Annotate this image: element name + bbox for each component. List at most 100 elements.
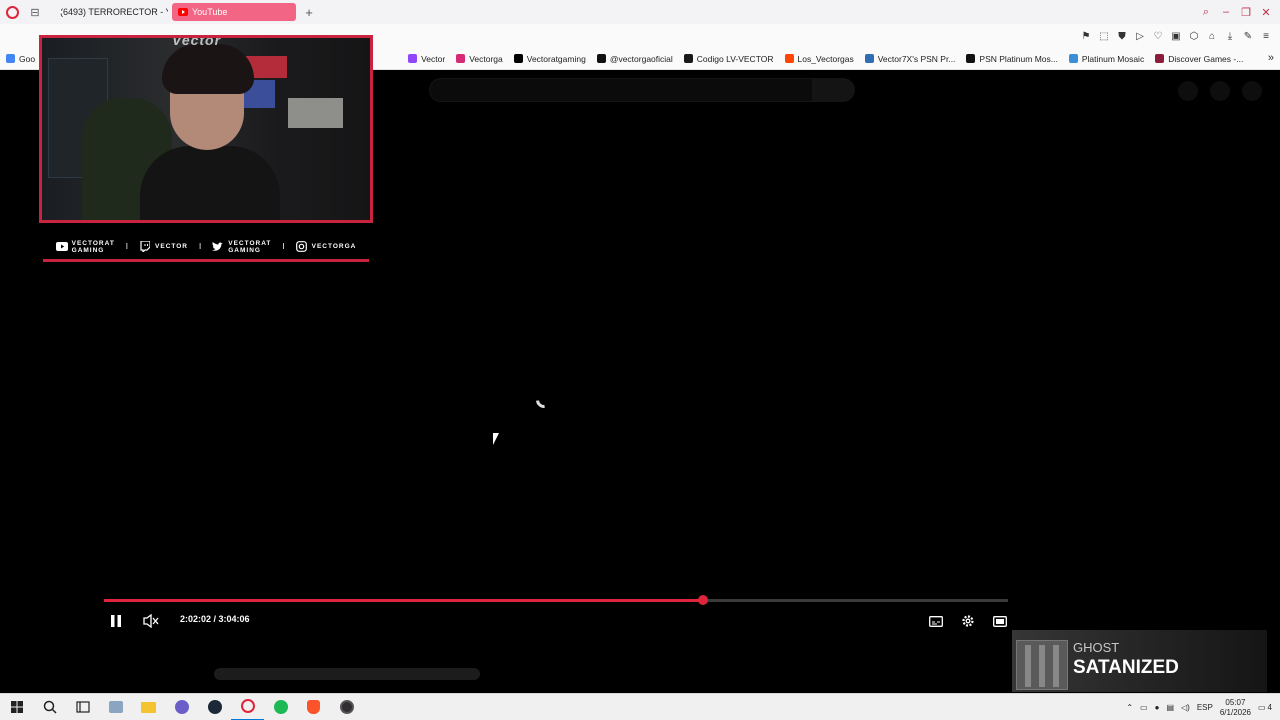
social-separator: I — [125, 242, 129, 251]
taskbar-app-spotify[interactable] — [264, 694, 297, 720]
bookmark-label: Vectoratgaming — [526, 53, 586, 64]
taskbar-app-tool[interactable] — [99, 694, 132, 720]
tab-terrorector[interactable]: (6493) TERRORECTOR - Y — [50, 3, 168, 21]
system-tray: ⌃ ▭ ● ▤ ◁) ESP 05:07 6/1/2026 ▭ 4 — [1126, 694, 1272, 720]
windows-taskbar: ⌃ ▭ ● ▤ ◁) ESP 05:07 6/1/2026 ▭ 4 — [0, 693, 1280, 720]
restore-button[interactable]: ❐ — [1236, 6, 1256, 19]
social-link: VECTORGA — [296, 241, 357, 252]
notification-center-button[interactable]: ▭ 4 — [1258, 703, 1272, 712]
clock[interactable]: 05:07 6/1/2026 — [1220, 698, 1251, 718]
gear-icon — [962, 615, 974, 627]
social-separator: I — [282, 242, 285, 251]
taskbar-app-obs[interactable] — [330, 694, 363, 720]
taskbar-app-opera[interactable] — [231, 694, 264, 720]
menu-icon[interactable]: ≡ — [1260, 31, 1272, 42]
microphone-icon[interactable]: ● — [1155, 703, 1160, 712]
bookmark-item[interactable]: Vectoratgaming — [513, 53, 586, 64]
bookmark-item[interactable]: Platinum Mosaic — [1068, 53, 1145, 64]
task-view-button[interactable] — [66, 694, 99, 720]
player-icon[interactable]: ▷ — [1134, 31, 1146, 42]
instagram-icon — [296, 241, 308, 252]
bookmark-icon[interactable]: ⚑ — [1080, 31, 1092, 42]
social-handle-line: GAMING — [71, 246, 105, 254]
progress-bar[interactable] — [104, 595, 1008, 605]
minimize-button[interactable]: – — [1216, 6, 1236, 18]
toolbar-actions: ⚑ ⬚ ⛊ ▷ ♡ ▣ ⬡ ⌂ ⤓ ✎ ≡ — [1080, 24, 1272, 48]
heart-icon[interactable]: ♡ — [1152, 31, 1164, 42]
theater-mode-button[interactable] — [990, 611, 1010, 631]
tab-youtube[interactable]: YouTube — [172, 3, 296, 21]
bookmark-item[interactable]: Codigo LV-VECTOR — [683, 53, 774, 64]
avatar[interactable] — [1242, 81, 1262, 101]
bookmark-item[interactable]: Los_Vectorgas — [784, 54, 854, 64]
search-input[interactable] — [429, 78, 813, 102]
obs-icon — [339, 700, 354, 714]
subtitles-button[interactable] — [926, 611, 946, 631]
start-button[interactable] — [0, 694, 33, 720]
notification-icon: ▭ — [1257, 703, 1266, 712]
tab-label: YouTube — [192, 7, 228, 17]
steam-icon — [207, 700, 222, 714]
social-handle-line: VECTORGA — [311, 243, 357, 250]
folder-icon — [141, 701, 156, 713]
social-handle: VECTOR — [155, 243, 188, 250]
tab-menu-icon[interactable]: ⊟ — [24, 0, 46, 24]
bookmark-label: @vectorgaoficial — [609, 53, 673, 64]
mute-button[interactable] — [141, 611, 161, 631]
taskbar-app-explorer[interactable] — [132, 694, 165, 720]
search-tabs-icon[interactable]: ⌕ — [1196, 6, 1216, 19]
browser-tab-strip: ⊟ (6493) TERRORECTOR - Y YouTube + ⌕ – ❐… — [0, 0, 1280, 24]
social-handle: VECTORGA — [312, 243, 357, 250]
bookmark-item[interactable]: Discover Games -... — [1155, 54, 1243, 64]
scrollbar[interactable] — [214, 668, 480, 680]
new-tab-button[interactable]: + — [300, 3, 318, 21]
bookmark-favicon-icon — [513, 54, 523, 63]
tray-chevron-up-icon[interactable]: ⌃ — [1126, 703, 1133, 712]
social-handle-line: VECTOR — [155, 243, 188, 250]
taskbar-app-steam[interactable] — [198, 694, 231, 720]
extensions-icon[interactable]: ⬡ — [1188, 31, 1200, 42]
bookmark-item[interactable]: Vector — [408, 54, 445, 64]
bookmark-item[interactable]: PSN Platinum Mos... — [966, 54, 1058, 64]
social-handle: VECTORAT GAMING — [72, 240, 115, 254]
search-button[interactable] — [813, 78, 855, 102]
create-icon[interactable] — [1178, 81, 1198, 101]
bookmark-item[interactable]: Vectorga — [456, 54, 503, 64]
bookmark-item[interactable]: Goo — [6, 54, 35, 64]
notifications-icon[interactable] — [1210, 81, 1230, 101]
profile-icon[interactable]: ⌂ — [1206, 31, 1218, 42]
opera-logo-icon[interactable] — [0, 0, 24, 24]
bookmark-favicon-icon — [1155, 54, 1165, 63]
webcam-game-box — [288, 98, 343, 128]
keyboard-language[interactable]: ESP — [1197, 703, 1213, 712]
shield-icon[interactable]: ⛊ — [1116, 31, 1128, 42]
volume-icon[interactable]: ◁) — [1181, 703, 1190, 712]
bookmark-label: Platinum Mosaic — [1081, 53, 1145, 64]
download-icon[interactable]: ⤓ — [1224, 31, 1236, 42]
bookmark-label: Vectorga — [469, 53, 503, 64]
bookmark-item[interactable]: Vector7X's PSN Pr... — [864, 54, 955, 64]
taskbar-app-brave[interactable] — [297, 694, 330, 720]
notification-count: 4 — [1267, 703, 1272, 712]
bookmark-item[interactable]: @vectorgaoficial — [596, 53, 673, 64]
brave-icon — [307, 700, 320, 714]
bookmark-label: Discover Games -... — [1168, 53, 1244, 64]
snapshot-icon[interactable]: ⬚ — [1098, 31, 1110, 42]
bookmark-favicon-icon — [683, 54, 693, 63]
ai-icon[interactable]: ✎ — [1242, 31, 1254, 42]
bookmark-favicon-icon — [6, 54, 15, 63]
bookmarks-overflow-icon[interactable]: » — [1268, 52, 1274, 64]
bookmark-label: Codigo LV-VECTOR — [696, 53, 774, 64]
taskbar-app-discord[interactable] — [165, 694, 198, 720]
wallet-icon[interactable]: ▣ — [1170, 31, 1182, 42]
tray-device-icon[interactable]: ▭ — [1140, 703, 1148, 712]
pause-icon — [111, 615, 121, 627]
discord-icon — [174, 700, 189, 714]
search-button[interactable] — [33, 694, 66, 720]
close-button[interactable]: ✕ — [1256, 6, 1276, 19]
youtube-icon — [55, 242, 68, 252]
settings-button[interactable] — [958, 611, 978, 631]
network-icon[interactable]: ▤ — [1166, 703, 1174, 712]
progress-fill — [104, 599, 704, 602]
pause-button[interactable] — [106, 611, 126, 631]
